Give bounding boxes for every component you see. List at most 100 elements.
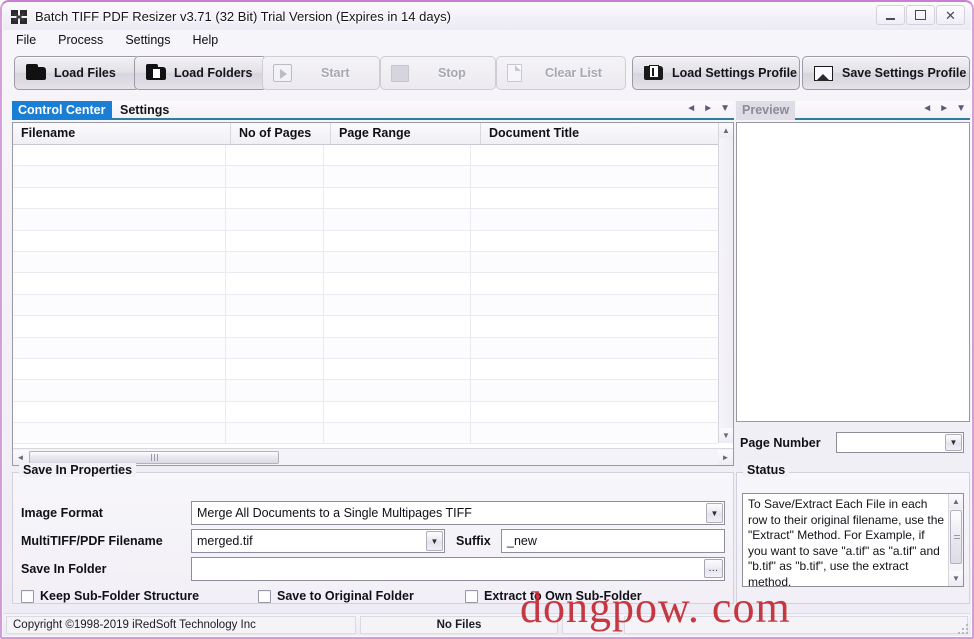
preview-panel[interactable] bbox=[736, 122, 970, 422]
right-tab-strip: Preview ◄ ► ▼ bbox=[736, 101, 970, 120]
start-button[interactable]: Start bbox=[262, 56, 380, 90]
keep-subfolder-structure-checkbox[interactable] bbox=[21, 589, 34, 603]
table-cell bbox=[324, 294, 472, 316]
tab-nav-menu-icon[interactable]: ▼ bbox=[720, 103, 730, 114]
keep-subfolder-structure-checkbox-row[interactable]: Keep Sub-Folder Structure bbox=[21, 589, 199, 603]
tab-nav-prev-icon[interactable]: ◄ bbox=[686, 103, 696, 114]
table-row[interactable] bbox=[13, 251, 718, 274]
table-row[interactable] bbox=[13, 358, 718, 381]
table-cell bbox=[226, 316, 325, 337]
table-row[interactable] bbox=[13, 166, 718, 188]
page-number-combo[interactable]: ▼ bbox=[836, 432, 964, 453]
save-settings-profile-button[interactable]: Save Settings Profile bbox=[802, 56, 970, 90]
table-row[interactable] bbox=[13, 230, 718, 252]
preview-nav-menu-icon[interactable]: ▼ bbox=[956, 103, 966, 114]
extract-to-own-subfolder-checkbox-row[interactable]: Extract to Own Sub-Folder bbox=[465, 589, 642, 603]
browse-folder-button[interactable]: ... bbox=[704, 559, 723, 578]
tab-settings[interactable]: Settings bbox=[114, 101, 175, 120]
preview-nav-next-icon[interactable]: ► bbox=[939, 103, 949, 114]
file-list-rows[interactable] bbox=[13, 145, 718, 445]
table-cell bbox=[324, 187, 472, 209]
clear-list-button[interactable]: Clear List bbox=[496, 56, 626, 90]
column-header-page-range[interactable]: Page Range bbox=[331, 123, 481, 144]
suffix-input[interactable]: _new bbox=[501, 529, 725, 553]
tab-nav-next-icon[interactable]: ► bbox=[703, 103, 713, 114]
start-label: Start bbox=[321, 66, 350, 80]
status-scroll-up-icon[interactable]: ▲ bbox=[949, 494, 963, 509]
load-folders-button[interactable]: Load Folders bbox=[134, 56, 267, 90]
save-to-original-folder-checkbox-row[interactable]: Save to Original Folder bbox=[258, 589, 414, 603]
minimize-button[interactable] bbox=[876, 5, 905, 25]
table-cell bbox=[13, 316, 227, 337]
tab-preview[interactable]: Preview bbox=[736, 101, 796, 120]
table-cell bbox=[471, 188, 718, 208]
status-scroll-down-icon[interactable]: ▼ bbox=[949, 571, 963, 586]
hscroll-thumb[interactable] bbox=[29, 450, 279, 464]
preview-nav-prev-icon[interactable]: ◄ bbox=[922, 103, 932, 114]
save-to-original-folder-checkbox[interactable] bbox=[258, 589, 271, 603]
app-icon bbox=[11, 9, 27, 25]
column-header-filename[interactable]: Filename bbox=[13, 123, 231, 144]
table-row[interactable] bbox=[13, 337, 718, 359]
table-row[interactable] bbox=[13, 273, 718, 295]
close-button[interactable]: ✕ bbox=[936, 5, 965, 25]
load-settings-profile-button[interactable]: Load Settings Profile bbox=[632, 56, 800, 90]
column-header-no-of-pages[interactable]: No of Pages bbox=[231, 123, 331, 144]
image-format-value: Merge All Documents to a Single Multipag… bbox=[197, 506, 472, 520]
document-icon bbox=[507, 64, 522, 82]
maximize-button[interactable] bbox=[906, 5, 935, 25]
table-row[interactable] bbox=[13, 294, 718, 317]
table-cell bbox=[13, 230, 227, 251]
multitiff-chevron-down-icon[interactable]: ▼ bbox=[426, 531, 443, 551]
table-cell bbox=[324, 358, 472, 380]
scroll-right-icon[interactable]: ► bbox=[718, 449, 733, 465]
status-scroll-thumb[interactable] bbox=[950, 510, 962, 564]
table-cell bbox=[471, 166, 718, 186]
extract-to-own-subfolder-checkbox[interactable] bbox=[465, 589, 478, 603]
column-header-document-title[interactable]: Document Title bbox=[481, 123, 733, 144]
table-cell bbox=[226, 166, 325, 187]
table-cell bbox=[226, 251, 325, 273]
extract-to-own-subfolder-label: Extract to Own Sub-Folder bbox=[484, 589, 642, 603]
table-cell bbox=[13, 166, 227, 187]
menu-item-help[interactable]: Help bbox=[190, 32, 220, 48]
chevron-down-icon[interactable]: ▼ bbox=[945, 434, 962, 451]
save-properties-title: Save In Properties bbox=[19, 463, 137, 477]
image-format-combo[interactable]: Merge All Documents to a Single Multipag… bbox=[191, 501, 725, 525]
multitiff-filename-combo[interactable]: merged.tif ▼ bbox=[191, 529, 445, 553]
scroll-up-icon[interactable]: ▲ bbox=[719, 123, 733, 138]
stop-button[interactable]: Stop bbox=[380, 56, 496, 90]
table-cell bbox=[13, 273, 227, 294]
save-to-original-folder-label: Save to Original Folder bbox=[277, 589, 414, 603]
table-row[interactable] bbox=[13, 401, 718, 424]
table-cell bbox=[471, 209, 718, 229]
table-row[interactable] bbox=[13, 209, 718, 231]
menu-item-process[interactable]: Process bbox=[56, 32, 105, 48]
table-cell bbox=[226, 337, 325, 358]
title-bar: Batch TIFF PDF Resizer v3.71 (32 Bit) Tr… bbox=[3, 3, 971, 30]
table-cell bbox=[226, 294, 325, 316]
status-group-title: Status bbox=[743, 463, 790, 477]
status-vertical-scrollbar[interactable]: ▲ ▼ bbox=[948, 494, 963, 586]
image-format-chevron-down-icon[interactable]: ▼ bbox=[706, 503, 723, 523]
table-cell bbox=[471, 359, 718, 379]
save-settings-profile-label: Save Settings Profile bbox=[842, 66, 967, 80]
table-row[interactable] bbox=[13, 380, 718, 402]
table-row[interactable] bbox=[13, 423, 718, 445]
table-row[interactable] bbox=[13, 316, 718, 338]
table-row[interactable] bbox=[13, 145, 718, 167]
resize-grip[interactable] bbox=[957, 623, 970, 636]
table-cell bbox=[324, 401, 472, 423]
scroll-down-icon[interactable]: ▼ bbox=[719, 428, 733, 443]
table-row[interactable] bbox=[13, 187, 718, 210]
tab-control-center[interactable]: Control Center bbox=[12, 101, 112, 120]
file-list-panel[interactable]: Filename No of Pages Page Range Document… bbox=[12, 122, 734, 466]
menu-item-file[interactable]: File bbox=[14, 32, 38, 48]
table-cell bbox=[324, 337, 472, 358]
status-message-box[interactable]: To Save/Extract Each File in each row to… bbox=[742, 493, 964, 587]
page-number-label: Page Number bbox=[740, 436, 821, 450]
load-files-button[interactable]: Load Files bbox=[14, 56, 140, 90]
menu-item-settings[interactable]: Settings bbox=[123, 32, 172, 48]
save-in-folder-input[interactable] bbox=[191, 557, 725, 581]
file-list-vertical-scrollbar[interactable]: ▲ ▼ bbox=[718, 123, 733, 443]
